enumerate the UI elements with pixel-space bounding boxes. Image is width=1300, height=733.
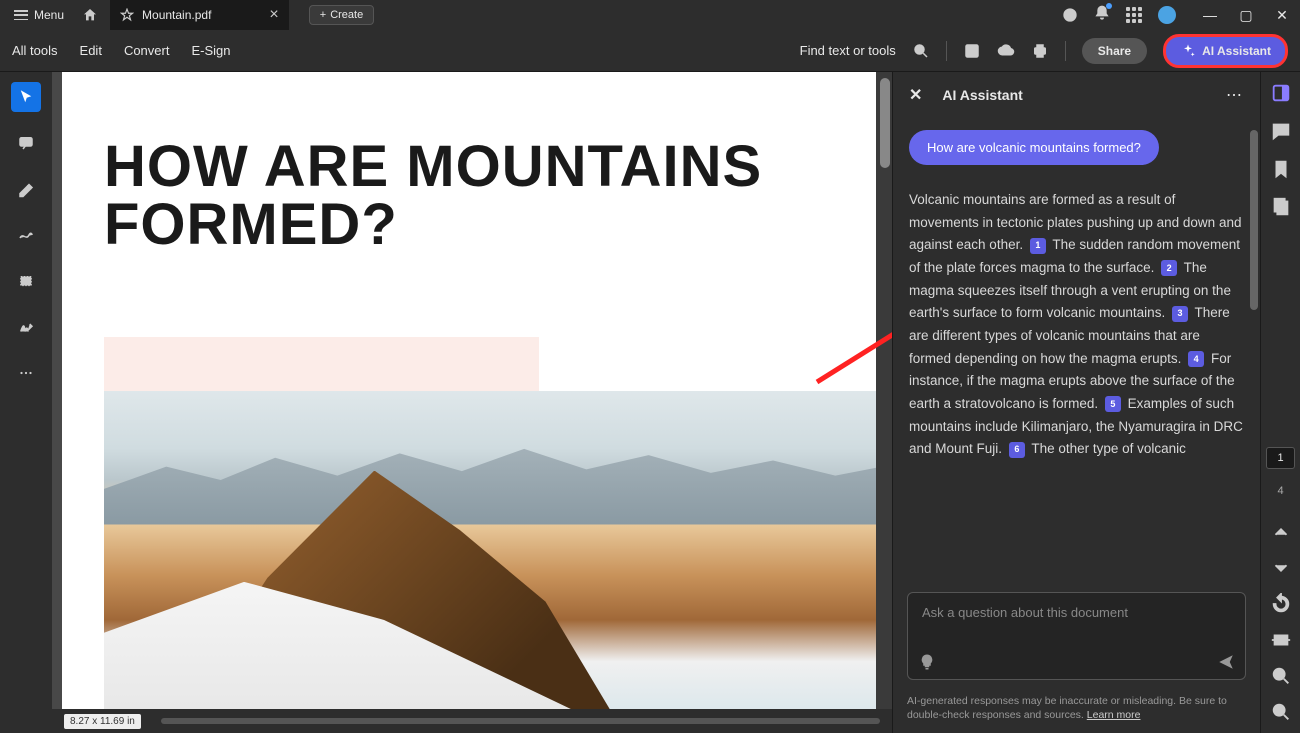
horizontal-scrollbar[interactable]	[161, 718, 880, 724]
menu-label: Menu	[34, 8, 64, 22]
share-button[interactable]: Share	[1082, 38, 1147, 64]
highlight-tool[interactable]	[11, 174, 41, 204]
create-button[interactable]: + Create	[309, 5, 374, 25]
ai-assistant-label: AI Assistant	[1202, 44, 1271, 58]
citation-3[interactable]: 3	[1172, 306, 1188, 322]
text-select-tool[interactable]: A	[11, 266, 41, 296]
ai-question-input[interactable]: Ask a question about this document	[907, 592, 1246, 680]
edit-menu[interactable]: Edit	[80, 43, 102, 58]
citation-4[interactable]: 4	[1188, 351, 1204, 367]
learn-more-link[interactable]: Learn more	[1087, 709, 1141, 721]
more-tools[interactable]	[11, 358, 41, 388]
close-panel-icon[interactable]: ✕	[909, 85, 922, 105]
help-icon[interactable]	[1062, 7, 1078, 23]
ai-disclaimer: AI-generated responses may be inaccurate…	[893, 690, 1260, 733]
citation-6[interactable]: 6	[1009, 442, 1025, 458]
citation-1[interactable]: 1	[1030, 238, 1046, 254]
ai-panel-toggle-icon[interactable]	[1270, 82, 1292, 104]
citation-5[interactable]: 5	[1105, 396, 1121, 412]
home-icon[interactable]	[82, 7, 98, 23]
send-icon[interactable]	[1217, 653, 1235, 671]
notifications-icon[interactable]	[1094, 5, 1110, 26]
ai-answer: Volcanic mountains are formed as a resul…	[909, 189, 1244, 461]
svg-text:A: A	[24, 277, 29, 286]
suggestions-icon[interactable]	[918, 653, 936, 671]
zoom-in-icon[interactable]	[1270, 665, 1292, 687]
find-label: Find text or tools	[800, 43, 896, 58]
tab-title: Mountain.pdf	[142, 8, 211, 22]
sparkle-icon	[1180, 43, 1196, 59]
convert-menu[interactable]: Convert	[124, 43, 170, 58]
comment-tool[interactable]	[11, 128, 41, 158]
document-page[interactable]: HOW ARE MOUNTAINS FORMED?	[62, 72, 882, 709]
ai-assistant-panel: ✕ AI Assistant ⋯ How are volcanic mounta…	[892, 72, 1260, 733]
pages-icon[interactable]	[1270, 196, 1292, 218]
star-icon	[120, 8, 134, 22]
create-label: Create	[330, 9, 363, 21]
minimize-icon[interactable]: —	[1200, 7, 1220, 24]
total-pages: 4	[1277, 485, 1283, 497]
maximize-icon[interactable]: ▢	[1236, 7, 1256, 24]
document-tab[interactable]: Mountain.pdf ×	[110, 0, 289, 30]
hamburger-icon	[14, 10, 28, 20]
ai-panel-title: AI Assistant	[942, 87, 1206, 103]
sign-tool[interactable]	[11, 312, 41, 342]
save-icon[interactable]	[963, 42, 981, 60]
divider	[946, 41, 947, 61]
page-dimensions: 8.27 x 11.69 in	[64, 714, 141, 729]
divider	[1065, 41, 1066, 61]
all-tools-menu[interactable]: All tools	[12, 43, 58, 58]
document-heading: HOW ARE MOUNTAINS FORMED?	[62, 72, 882, 254]
selection-tool[interactable]	[11, 82, 41, 112]
comments-icon[interactable]	[1270, 120, 1292, 142]
fit-width-icon[interactable]	[1270, 629, 1292, 651]
profile-avatar[interactable]	[1158, 6, 1176, 24]
close-window-icon[interactable]: ✕	[1272, 7, 1292, 24]
print-icon[interactable]	[1031, 42, 1049, 60]
page-up-icon[interactable]	[1270, 521, 1292, 543]
bookmarks-icon[interactable]	[1270, 158, 1292, 180]
search-icon[interactable]	[912, 42, 930, 60]
menu-button[interactable]: Menu	[8, 4, 70, 26]
plus-icon: +	[320, 9, 326, 21]
page-down-icon[interactable]	[1270, 557, 1292, 579]
ai-assistant-button[interactable]: AI Assistant	[1163, 34, 1288, 68]
ai-scrollbar[interactable]	[1248, 130, 1260, 582]
cloud-icon[interactable]	[997, 42, 1015, 60]
panel-more-icon[interactable]: ⋯	[1226, 85, 1244, 105]
esign-menu[interactable]: E-Sign	[191, 43, 230, 58]
zoom-out-icon[interactable]	[1270, 701, 1292, 723]
rotate-icon[interactable]	[1270, 593, 1292, 615]
close-tab-icon[interactable]: ×	[269, 6, 278, 24]
draw-tool[interactable]	[11, 220, 41, 250]
vertical-scrollbar[interactable]	[876, 72, 892, 709]
question-chip[interactable]: How are volcanic mountains formed?	[909, 130, 1159, 165]
apps-grid-icon[interactable]	[1126, 7, 1142, 23]
citation-2[interactable]: 2	[1161, 260, 1177, 276]
current-page-input[interactable]: 1	[1266, 447, 1294, 469]
document-image	[104, 337, 882, 709]
input-placeholder: Ask a question about this document	[908, 593, 1245, 632]
